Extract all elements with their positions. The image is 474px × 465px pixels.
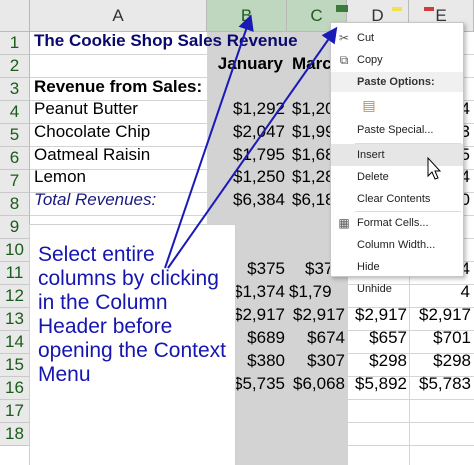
mouse-cursor-icon xyxy=(427,156,442,180)
arrow-to-column-c xyxy=(167,26,338,269)
callout-arrows xyxy=(164,14,442,269)
spreadsheet: A B C D E 1 2 3 4 5 6 7 8 9 10 11 12 13 14 15 16 17 18 Th… xyxy=(0,0,474,465)
arrow-to-column-b xyxy=(164,14,254,269)
